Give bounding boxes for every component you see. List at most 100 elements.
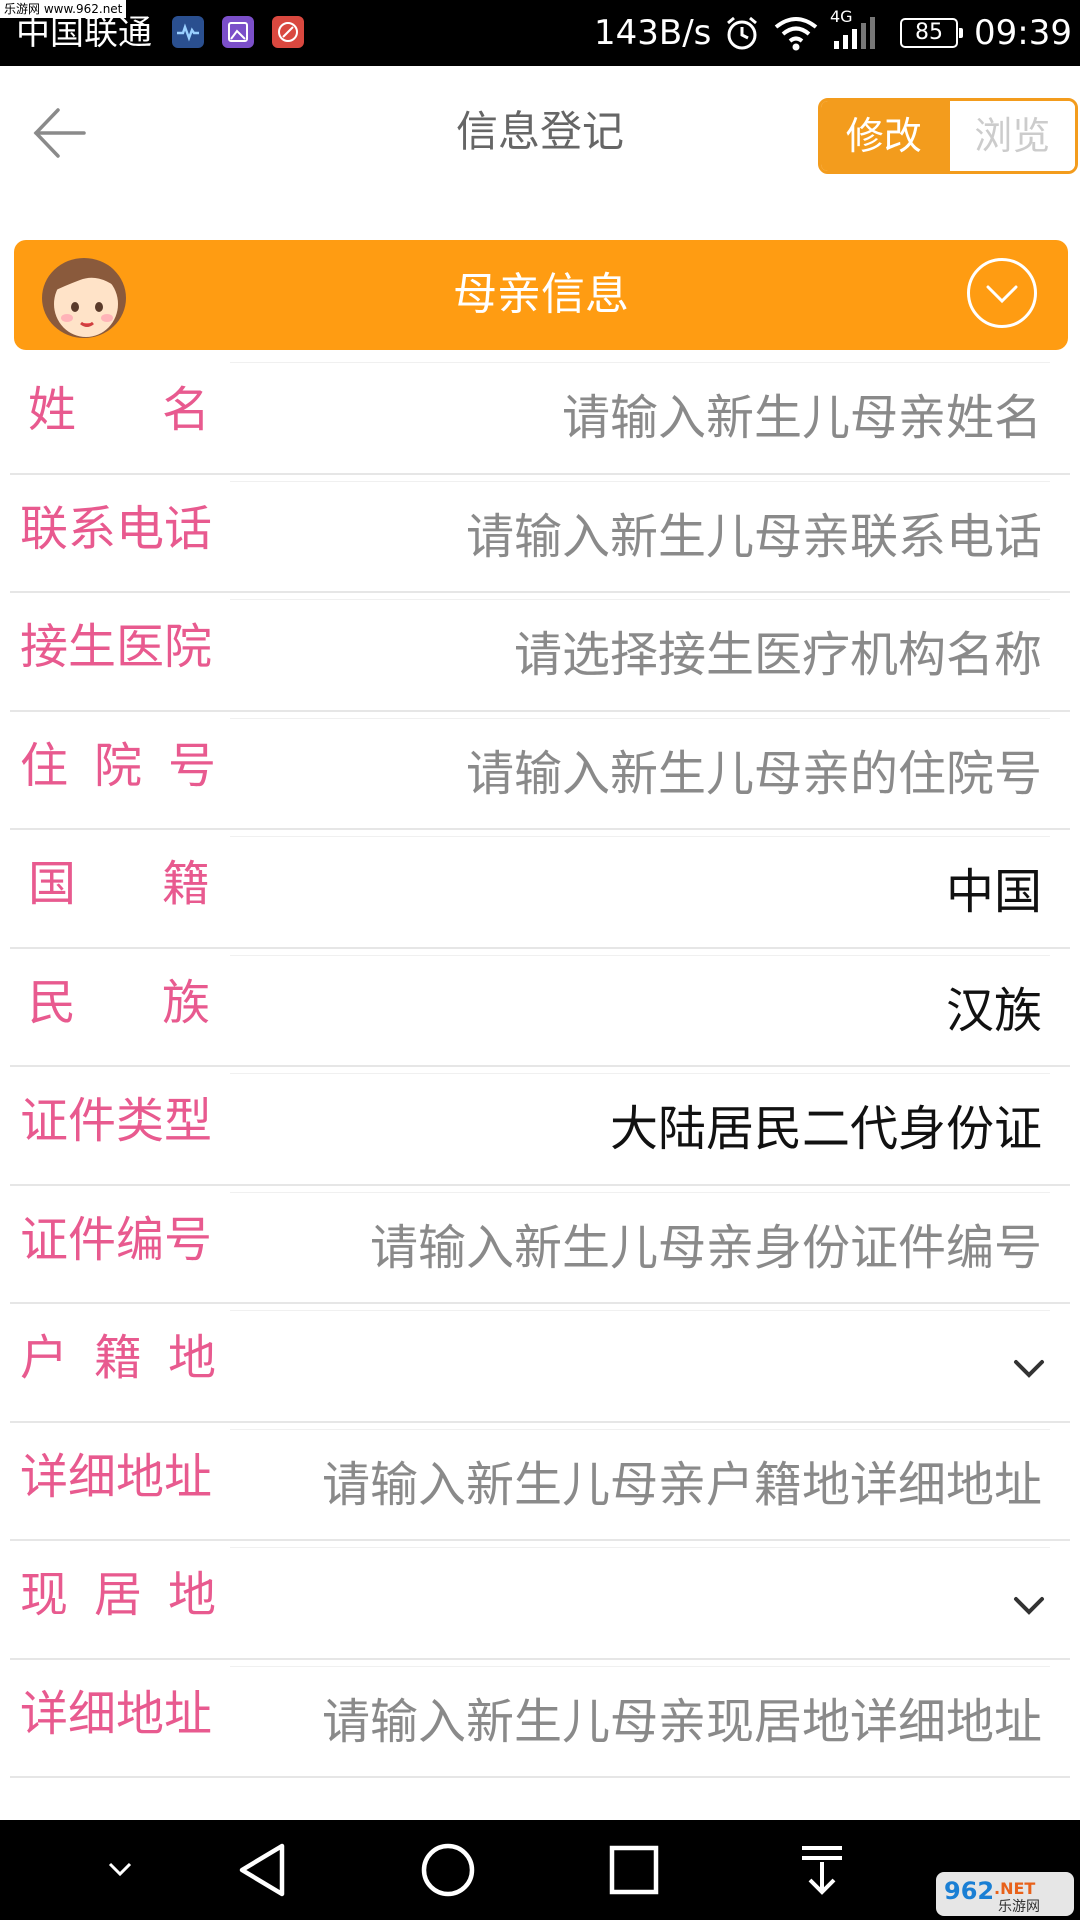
divider	[10, 1776, 1070, 1778]
input-placeholder[interactable]: 请输入新生儿母亲的住院号	[466, 744, 1042, 804]
input-placeholder[interactable]: 请输入新生儿母亲户籍地详细地址	[322, 1455, 1042, 1515]
field-label-text: 籍	[93, 1330, 142, 1386]
divider	[230, 1665, 1050, 1667]
form-row-phone[interactable]: 联系电话 请输入新生儿母亲联系电话	[0, 475, 1080, 593]
field-label: 户籍地	[20, 1328, 216, 1388]
field-value[interactable]: 汉族	[946, 981, 1042, 1041]
notification-pull-icon[interactable]	[792, 1840, 852, 1900]
field-label-text: 住	[20, 737, 69, 794]
gallery-app-icon	[222, 16, 254, 48]
field-label-text: 证件编号	[20, 1211, 213, 1268]
input-placeholder[interactable]: 请输入新生儿母亲姓名	[562, 388, 1042, 448]
field-label-text: 国	[28, 856, 77, 912]
form-row-id-number[interactable]: 证件编号 请输入新生儿母亲身份证件编号	[0, 1186, 1080, 1304]
field-label-text: 民	[28, 974, 77, 1031]
hide-nav-icon[interactable]	[104, 1856, 136, 1884]
field-label-text: 户	[20, 1330, 69, 1386]
site-watermark-logo: 962 .NET 乐游网	[936, 1872, 1074, 1916]
section-title: 母亲信息	[453, 269, 629, 320]
field-label: 证件编号	[20, 1210, 216, 1270]
field-label: 详细地址	[20, 1684, 216, 1744]
form-row-household-region[interactable]: 户籍地	[0, 1304, 1080, 1423]
field-label: 国籍	[20, 854, 216, 914]
form-row-id-type[interactable]: 证件类型 大陆居民二代身份证	[0, 1067, 1080, 1186]
form-row-household-address[interactable]: 详细地址 请输入新生儿母亲户籍地详细地址	[0, 1423, 1080, 1541]
field-label-text: 号	[167, 737, 216, 794]
divider	[230, 1310, 1050, 1311]
network-speed: 143B/s	[594, 13, 712, 53]
svg-text:.NET: .NET	[994, 1879, 1035, 1898]
tool-app-icon	[272, 16, 304, 48]
browse-mode-button[interactable]: 浏览	[946, 101, 1075, 171]
edit-mode-button[interactable]: 修改	[821, 101, 947, 171]
wifi-icon	[774, 17, 818, 51]
form-row-nationality[interactable]: 国籍中国	[0, 830, 1080, 949]
field-label: 联系电话	[20, 499, 216, 559]
chevron-down-icon[interactable]	[1012, 1358, 1046, 1380]
svg-text:乐游网: 乐游网	[998, 1899, 1040, 1915]
chevron-down-icon	[986, 285, 1018, 304]
cell-signal-icon	[834, 17, 875, 49]
field-label-text: 详细地址	[20, 1448, 213, 1505]
field-label: 证件类型	[20, 1091, 216, 1151]
field-label-text: 证件类型	[20, 1093, 213, 1149]
back-triangle-icon[interactable]	[232, 1840, 296, 1900]
mode-toggle: 修改 浏览	[818, 98, 1078, 174]
mother-info-form: 姓名请输入新生儿母亲姓名 联系电话 请输入新生儿母亲联系电话 接生医院 请选择接生医疗机…	[0, 356, 1080, 1778]
health-app-icon	[172, 16, 204, 48]
divider	[230, 480, 1050, 482]
field-label: 住院号	[20, 736, 216, 796]
field-label-text: 接生医院	[20, 619, 213, 675]
header: 信息登记 修改 浏览	[0, 66, 1080, 200]
form-row-hospital[interactable]: 接生医院 请选择接生医疗机构名称	[0, 593, 1080, 712]
alarm-icon	[727, 16, 757, 50]
mother-info-section-header[interactable]: 母亲信息	[14, 240, 1068, 350]
divider	[230, 362, 1050, 363]
collapse-button[interactable]	[967, 258, 1037, 328]
divider	[230, 1428, 1050, 1430]
field-label-text: 联系电话	[20, 500, 213, 557]
recents-square-icon[interactable]	[604, 1840, 664, 1900]
field-value[interactable]: 中国	[946, 862, 1042, 922]
form-row-admission-no[interactable]: 住院号 请输入新生儿母亲的住院号	[0, 712, 1080, 830]
divider	[230, 599, 1050, 600]
status-bar: 乐游网 www.962.net 中国联通 143B/s 4G 85 09:39	[0, 0, 1080, 66]
field-label-text: 地	[167, 1330, 216, 1386]
clock: 09:39	[974, 13, 1072, 53]
divider	[230, 717, 1050, 719]
field-label: 接生医院	[20, 617, 216, 677]
input-placeholder[interactable]: 请输入新生儿母亲联系电话	[466, 507, 1042, 567]
carrier-name: 中国联通	[16, 13, 152, 53]
field-label-text: 院	[93, 737, 142, 794]
field-label: 现居地	[20, 1565, 216, 1625]
form-row-residence-address[interactable]: 详细地址 请输入新生儿母亲现居地详细地址	[0, 1660, 1080, 1778]
form-row-ethnicity[interactable]: 民族汉族	[0, 949, 1080, 1067]
form-row-name[interactable]: 姓名请输入新生儿母亲姓名	[0, 356, 1080, 475]
field-label-text: 籍	[161, 856, 210, 912]
field-value[interactable]: 大陆居民二代身份证	[610, 1099, 1042, 1159]
app-screen: 乐游网 www.962.net 中国联通 143B/s 4G 85 09:39 …	[0, 0, 1080, 1920]
field-label-text: 居	[93, 1567, 142, 1623]
field-label-text: 姓	[28, 382, 77, 438]
battery-indicator: 85	[900, 18, 963, 48]
input-placeholder[interactable]: 请输入新生儿母亲现居地详细地址	[322, 1692, 1042, 1752]
field-label: 民族	[20, 973, 216, 1033]
system-nav-bar: 962 .NET 乐游网	[0, 1820, 1080, 1920]
form-row-residence-region[interactable]: 现居地	[0, 1541, 1080, 1660]
divider	[230, 836, 1050, 837]
input-placeholder[interactable]: 请输入新生儿母亲身份证件编号	[370, 1218, 1042, 1278]
chevron-down-icon[interactable]	[1012, 1595, 1046, 1617]
field-label-text: 现	[20, 1567, 69, 1623]
divider	[230, 1547, 1050, 1548]
divider	[230, 1191, 1050, 1193]
field-label-text: 族	[161, 974, 210, 1031]
divider	[230, 1073, 1050, 1074]
divider	[230, 954, 1050, 956]
home-circle-icon[interactable]	[418, 1840, 478, 1900]
field-label-text: 地	[167, 1567, 216, 1623]
field-label-text: 详细地址	[20, 1685, 213, 1742]
svg-text:962: 962	[944, 1877, 994, 1905]
field-label-text: 名	[161, 382, 210, 438]
input-placeholder[interactable]: 请选择接生医疗机构名称	[514, 625, 1042, 685]
field-label: 姓名	[20, 380, 216, 440]
